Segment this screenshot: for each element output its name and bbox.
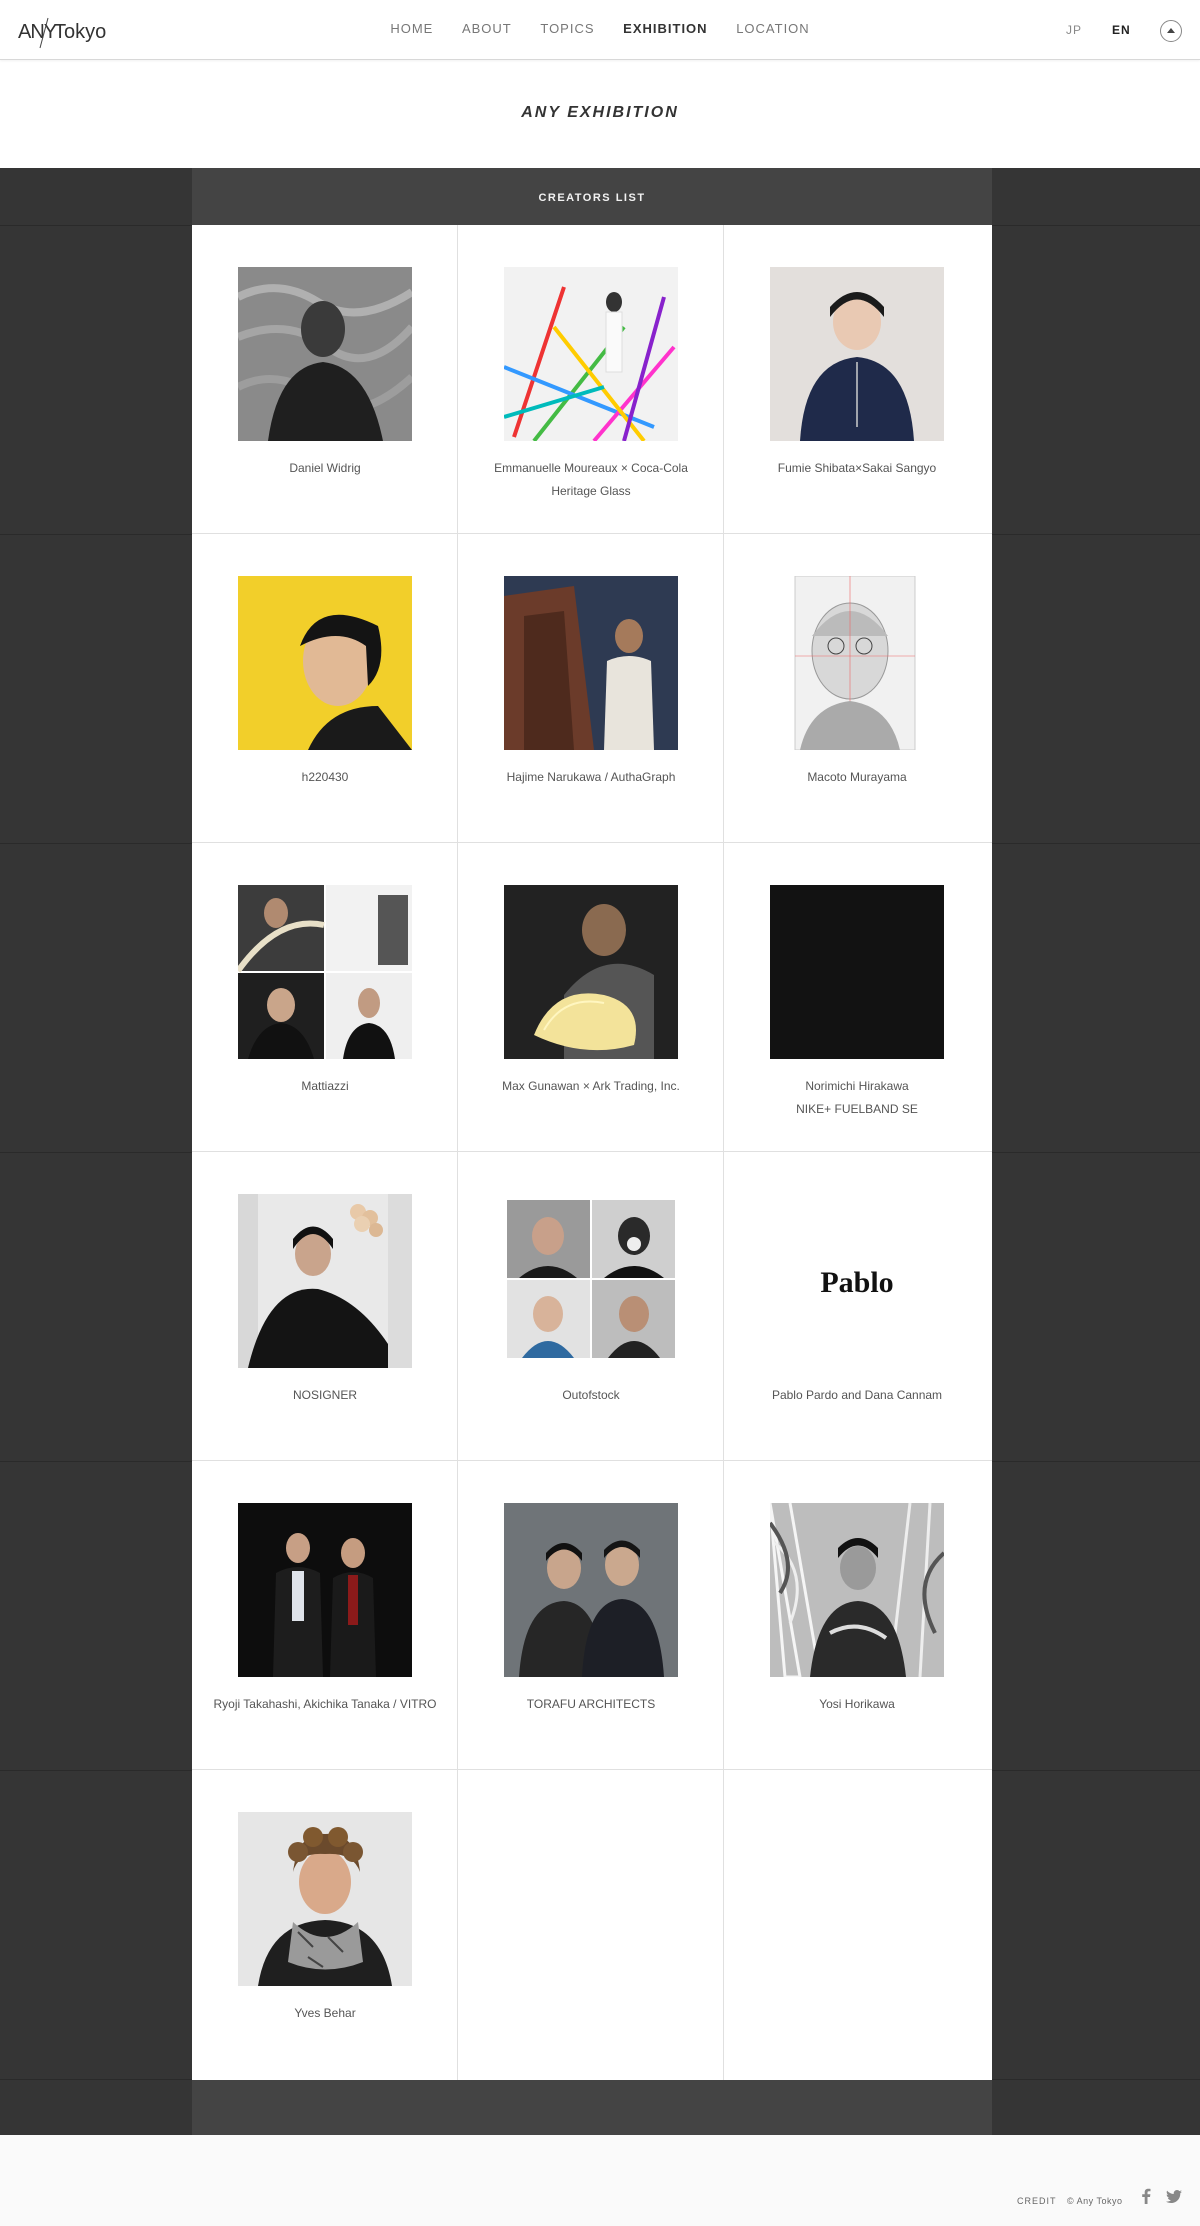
nav-exhibition[interactable]: EXHIBITION: [623, 21, 707, 36]
creator-name: Fumie Shibata×Sakai Sangyo: [777, 461, 937, 475]
creators-grid: Daniel Widrig Emmanuelle Moureaux × Coca…: [192, 225, 992, 2080]
copyright-text: © Any Tokyo: [1067, 2196, 1123, 2206]
creator-photo: [504, 1194, 678, 1368]
creator-card[interactable]: Mattiazzi: [192, 843, 458, 1152]
creator-name: Mattiazzi: [301, 1079, 349, 1093]
creator-photo: [238, 1194, 412, 1368]
creator-name: Emmanuelle Moureaux × Coca-Cola Heritage …: [494, 461, 688, 498]
creator-photo: [238, 885, 412, 1059]
creator-name: Max Gunawan × Ark Trading, Inc.: [502, 1079, 680, 1093]
nav-location[interactable]: LOCATION: [736, 21, 810, 36]
twitter-icon[interactable]: [1166, 2190, 1182, 2204]
creator-card[interactable]: Hajime Narukawa / AuthaGraph: [458, 534, 724, 843]
creator-card[interactable]: Max Gunawan × Ark Trading, Inc.: [458, 843, 724, 1152]
creator-photo: [238, 1503, 412, 1677]
creator-photo: [770, 885, 944, 1059]
nav-about[interactable]: ABOUT: [462, 21, 512, 36]
lang-jp-link[interactable]: JP: [1066, 23, 1082, 37]
site-header: ANY Tokyo HOME ABOUT TOPICS EXHIBITION L…: [0, 0, 1200, 60]
creator-photo: [504, 267, 678, 441]
creator-photo: [504, 1503, 678, 1677]
site-footer: [0, 2135, 1200, 2226]
creator-card[interactable]: TORAFU ARCHITECTS: [458, 1461, 724, 1770]
lang-en-link[interactable]: EN: [1112, 23, 1131, 37]
creator-name: Ryoji Takahashi, Akichika Tanaka / VITRO: [213, 1697, 437, 1711]
empty-cell: [458, 1770, 724, 2080]
creator-card[interactable]: h220430: [192, 534, 458, 843]
creators-list-heading: CREATORS LIST: [192, 168, 992, 225]
credit-link[interactable]: CREDIT: [1017, 2196, 1057, 2206]
creator-card[interactable]: NOSIGNER: [192, 1152, 458, 1461]
creator-photo: [770, 267, 944, 441]
creator-card[interactable]: Pablo Pablo Pardo and Dana Cannam: [724, 1152, 992, 1461]
creator-card[interactable]: Macoto Murayama: [724, 534, 992, 843]
creator-name: Pablo Pardo and Dana Cannam: [771, 1388, 943, 1402]
facebook-icon[interactable]: [1141, 2188, 1151, 2204]
creator-photo: [504, 576, 678, 750]
creator-name: Yves Behar: [294, 2006, 356, 2020]
creator-name: h220430: [301, 770, 349, 784]
creator-card[interactable]: Outofstock: [458, 1152, 724, 1461]
creator-photo: [770, 1503, 944, 1677]
nav-topics[interactable]: TOPICS: [540, 21, 594, 36]
creator-name: Outofstock: [562, 1388, 620, 1402]
pablo-logo: Pablo: [770, 1194, 944, 1368]
creator-card[interactable]: Yosi Horikawa: [724, 1461, 992, 1770]
creator-photo: Pablo: [770, 1194, 944, 1368]
grid-bottom-bar: [192, 2080, 992, 2135]
creator-card[interactable]: Emmanuelle Moureaux × Coca-Cola Heritage …: [458, 225, 724, 534]
creator-name: Macoto Murayama: [807, 770, 907, 784]
creator-photo: [238, 267, 412, 441]
creator-card[interactable]: Daniel Widrig: [192, 225, 458, 534]
empty-cell: [724, 1770, 992, 2080]
nav-home[interactable]: HOME: [390, 21, 433, 36]
creator-card[interactable]: Norimichi Hirakawa NIKE+ FUELBAND SE: [724, 843, 992, 1152]
creator-photo: [504, 885, 678, 1059]
creator-name: Hajime Narukawa / AuthaGraph: [506, 770, 676, 784]
creator-name: Daniel Widrig: [289, 461, 361, 475]
creator-name: TORAFU ARCHITECTS: [526, 1697, 656, 1711]
page-title: ANY EXHIBITION: [521, 104, 679, 121]
creator-card[interactable]: Yves Behar: [192, 1770, 458, 2080]
creator-card[interactable]: Fumie Shibata×Sakai Sangyo: [724, 225, 992, 534]
creator-card[interactable]: Ryoji Takahashi, Akichika Tanaka / VITRO: [192, 1461, 458, 1770]
creator-photo: [238, 1812, 412, 1986]
svg-text:Pablo: Pablo: [820, 1266, 893, 1299]
main-nav: HOME ABOUT TOPICS EXHIBITION LOCATION: [0, 21, 1200, 36]
creator-name: Norimichi Hirakawa NIKE+ FUELBAND SE: [796, 1079, 918, 1116]
creator-photo: [238, 576, 412, 750]
creator-name: Yosi Horikawa: [819, 1697, 895, 1711]
scroll-top-button[interactable]: [1160, 20, 1182, 42]
creator-photo: [770, 576, 944, 750]
creator-name: NOSIGNER: [292, 1388, 357, 1402]
arrow-up-icon: [1167, 28, 1175, 33]
